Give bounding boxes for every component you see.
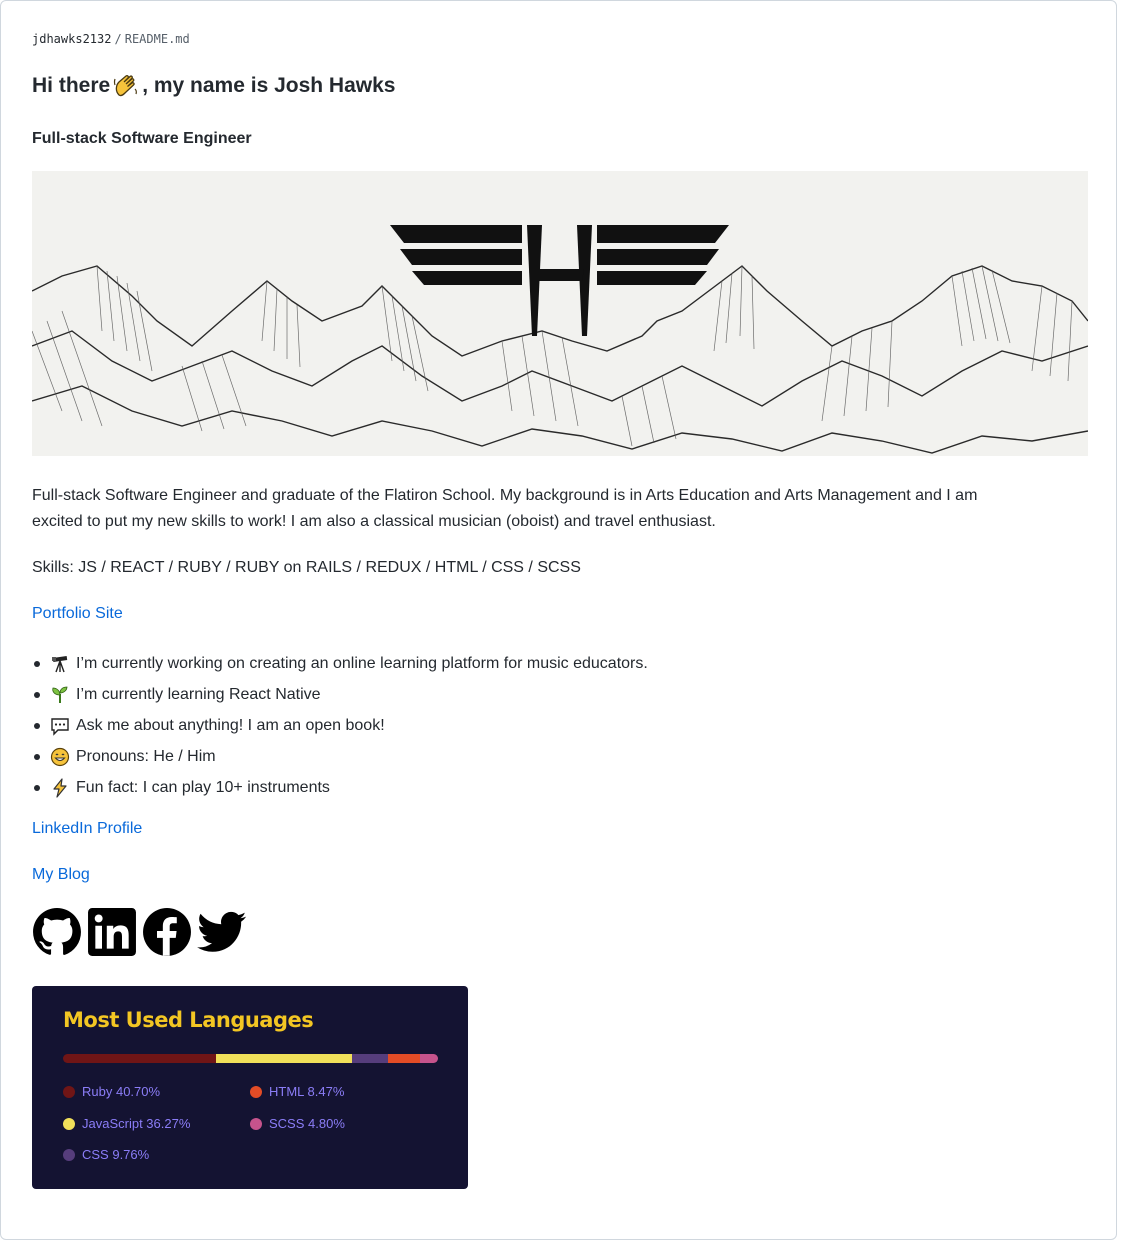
breadcrumb: jdhawks2132/README.md [32,32,190,46]
language-legend-label: Ruby 40.70% [82,1084,161,1099]
facebook-icon[interactable] [142,907,192,957]
bullet-text: Ask me about anything! I am an open book… [76,716,385,734]
bio-paragraph: Full-stack Software Engineer and graduat… [32,483,1082,535]
language-bar-segment-scss [419,1054,438,1063]
language-color-dot [63,1085,75,1098]
lightning-icon [53,777,67,798]
languages-progress-bar [63,1054,438,1063]
page-title: Hi there , my name is Josh Hawks [32,73,395,99]
subtitle: Full-stack Software Engineer [32,130,252,147]
bio-line-2: excited to put my new skills to work! I … [32,513,716,530]
language-legend-javascript: JavaScript 36.27% [63,1116,190,1131]
mountains-logo-illustration [32,225,1088,454]
twitter-icon[interactable] [197,907,247,957]
seedling-icon [52,686,68,703]
language-legend-html: HTML 8.47% [250,1084,344,1099]
language-legend-label: CSS 9.76% [82,1147,150,1162]
linkedin-profile-link[interactable]: LinkedIn Profile [32,820,142,837]
languages-card-title: Most Used Languages [63,1008,314,1032]
bullet-text: I’m currently working on creating an onl… [76,654,648,672]
blog-paragraph: My Blog [32,862,90,888]
linkedin-icon[interactable] [87,907,137,957]
bullet-text: Fun fact: I can play 10+ instruments [76,778,330,796]
bullet-text: I’m currently learning React Native [76,685,321,703]
banner-image [32,171,1088,456]
telescope-icon [52,655,68,672]
list-item: Ask me about anything! I am an open book… [34,710,648,741]
language-bar-segment-html [388,1054,420,1063]
readme-card: jdhawks2132/README.md Hi there , my name… [0,0,1117,1240]
list-item: Fun fact: I can play 10+ instruments [34,772,648,803]
portfolio-paragraph: Portfolio Site [32,601,123,627]
breadcrumb-user-link[interactable]: jdhawks2132 [32,32,111,46]
bio-line-1: Full-stack Software Engineer and graduat… [32,487,978,504]
bullet-list: I’m currently working on creating an onl… [32,648,648,803]
list-item: Pronouns: He / Him [34,741,648,772]
language-bar-segment-javascript [215,1054,352,1063]
waving-hand-icon [114,75,138,97]
title-greeting: Hi there [32,74,111,97]
blog-link[interactable]: My Blog [32,866,90,883]
skills-text: Skills: JS / REACT / RUBY / RUBY on RAIL… [32,559,581,576]
speech-balloon-icon [51,717,69,736]
language-legend-css: CSS 9.76% [63,1147,149,1162]
github-icon[interactable] [32,907,82,957]
title-name: , my name is Josh Hawks [142,74,396,97]
language-legend-scss: SCSS 4.80% [250,1116,345,1131]
language-color-dot [250,1117,262,1130]
language-legend-label: JavaScript 36.27% [82,1116,191,1131]
language-color-dot [63,1117,75,1130]
social-links [32,907,247,957]
list-item: I’m currently working on creating an onl… [34,648,648,679]
portfolio-link[interactable]: Portfolio Site [32,605,123,622]
language-legend-ruby: Ruby 40.70% [63,1084,160,1099]
language-legend-label: HTML 8.47% [269,1084,345,1099]
breadcrumb-separator: / [114,32,122,46]
language-bar-segment-ruby [63,1054,216,1063]
linkedin-paragraph: LinkedIn Profile [32,816,142,842]
bullet-text: Pronouns: He / Him [76,747,216,765]
language-bar-segment-css [351,1054,389,1063]
language-color-dot [63,1148,75,1161]
list-item: I’m currently learning React Native [34,679,648,710]
language-color-dot [250,1085,262,1098]
most-used-languages-card: Most Used Languages Ruby 40.70% JavaScrip… [32,986,468,1189]
breadcrumb-file: README.md [124,32,190,46]
language-legend-label: SCSS 4.80% [269,1116,345,1131]
smile-icon [50,747,70,766]
